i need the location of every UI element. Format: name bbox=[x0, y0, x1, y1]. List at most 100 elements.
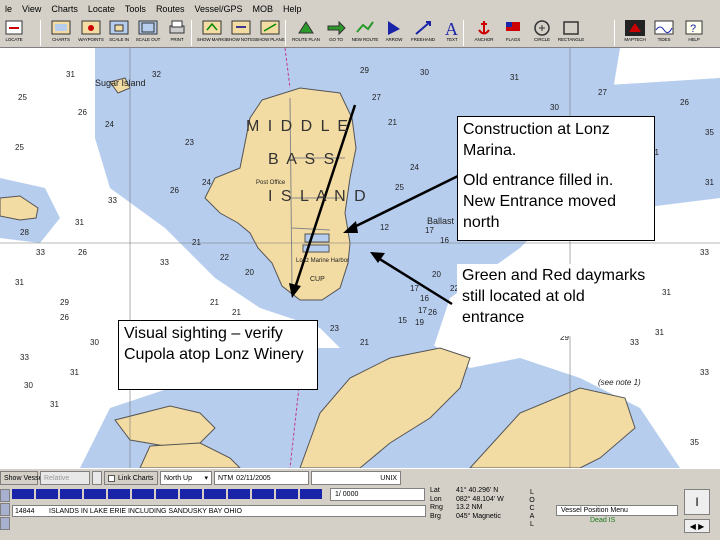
toolbar-button-anchor[interactable]: ANCHOR bbox=[470, 18, 498, 48]
menu-item[interactable]: Charts bbox=[46, 4, 83, 14]
menu-item[interactable]: Tools bbox=[120, 4, 151, 14]
toolbar-button-scale-out[interactable]: SCALE OUT bbox=[134, 18, 162, 48]
vessel-position-menu[interactable]: Vessel Position Menu bbox=[556, 505, 678, 516]
menu-item[interactable]: le bbox=[0, 4, 17, 14]
menu-item[interactable]: Vessel/GPS bbox=[189, 4, 247, 14]
menu-item[interactable]: View bbox=[17, 4, 46, 14]
vessel-toggle-button[interactable]: ◀ ▶ bbox=[684, 519, 710, 533]
zoom-in-icon bbox=[109, 20, 129, 35]
depth-sounding: 21 bbox=[360, 338, 369, 347]
link-charts-label: Link Charts bbox=[118, 474, 154, 482]
orientation-select[interactable]: North Up ▾ bbox=[160, 471, 212, 485]
menu-item[interactable]: MOB bbox=[248, 4, 279, 14]
toolbar-button-circle[interactable]: CIRCLE bbox=[528, 18, 556, 48]
toolbar-button-print[interactable]: PRINT bbox=[163, 18, 191, 48]
callout-construction-line1: Construction at Lonz Marina. bbox=[463, 121, 610, 159]
depth-sounding: 26 bbox=[428, 308, 437, 317]
toolbar-button-new-route[interactable]: NEW ROUTE bbox=[351, 18, 379, 48]
toolbar-button-waypoints[interactable]: WAYPOINTS bbox=[77, 18, 105, 48]
island-name-line3: I S L A N D bbox=[268, 188, 368, 205]
depth-sounding: 17 bbox=[410, 284, 419, 293]
progress-segment bbox=[156, 489, 178, 499]
position-readout: Lat 41° 40.296' N Lon 082° 48.104' W Rng 13… bbox=[430, 487, 520, 521]
brg-value: 045° Magnetic bbox=[456, 512, 501, 520]
toolbar-button-label: LOCATE bbox=[5, 37, 23, 42]
toolbar-button-arrow[interactable]: ARROW bbox=[380, 18, 408, 48]
brg-key: Brg bbox=[430, 512, 441, 520]
unit-field[interactable]: UNIX bbox=[311, 471, 401, 485]
depth-sounding: 29 bbox=[360, 66, 369, 75]
toolbar-button-tides[interactable]: TIDES bbox=[650, 18, 678, 48]
toolbar-button-label: PRINT bbox=[170, 37, 184, 42]
toolbar-button-show-notes[interactable]: SHOW NOTES bbox=[226, 18, 256, 48]
depth-sounding: 31 bbox=[15, 278, 24, 287]
callout-daymarks-text: Green and Red daymarks still located at … bbox=[462, 267, 646, 326]
toolbar-button-show-marks[interactable]: SHOW MARKS bbox=[197, 18, 227, 48]
menu-item[interactable]: Locate bbox=[83, 4, 120, 14]
lon-value: 082° 48.104' W bbox=[456, 495, 504, 503]
maptech-logo-icon bbox=[625, 20, 645, 36]
vessel-position-button[interactable]: I bbox=[684, 489, 710, 515]
toolbar-button-label: FLAGS bbox=[505, 37, 521, 42]
menu-item[interactable]: Routes bbox=[151, 4, 190, 14]
toolbar-button-label: NEW ROUTE bbox=[351, 37, 379, 42]
toolbar-button-rectangle[interactable]: RECTANGLE bbox=[557, 18, 585, 48]
strip-button[interactable] bbox=[0, 503, 10, 516]
toolbar-button-help[interactable]: ? HELP bbox=[680, 18, 708, 48]
link-charts-checkbox[interactable]: Link Charts bbox=[104, 471, 158, 485]
depth-sounding: 19 bbox=[415, 318, 424, 327]
toolbar-separator bbox=[463, 20, 464, 46]
depth-sounding: 16 bbox=[420, 294, 429, 303]
toolbar-button-locate[interactable]: LOCATE bbox=[0, 18, 28, 48]
local-letter: C bbox=[529, 505, 535, 512]
toolbar-separator bbox=[191, 20, 192, 46]
toolbar-button-flags[interactable]: FLAGS bbox=[499, 18, 527, 48]
waypoints-icon bbox=[81, 20, 101, 35]
menu-item[interactable]: Help bbox=[278, 4, 307, 14]
toolbar-button-charts[interactable]: CHARTS bbox=[47, 18, 75, 48]
depth-sounding: 30 bbox=[24, 381, 33, 390]
depth-sounding: 33 bbox=[160, 258, 169, 267]
show-vessel-button[interactable]: Show Vessel bbox=[0, 471, 44, 485]
toolbar-button-go-to[interactable]: GO TO bbox=[322, 18, 350, 48]
locate-icon bbox=[5, 20, 23, 35]
toolbar-button-maptech[interactable]: MAPTECH bbox=[621, 18, 649, 48]
local-letter: L bbox=[530, 489, 534, 496]
depth-sounding: 23 bbox=[185, 138, 194, 147]
route-plan-icon bbox=[298, 21, 314, 34]
toggle-icon: ◀ ▶ bbox=[689, 521, 705, 531]
vessel-mode: Dead IS bbox=[590, 517, 616, 524]
depth-sounding: 17 bbox=[425, 226, 434, 235]
toolbar-button-label: ARROW bbox=[385, 37, 403, 42]
relative-field[interactable]: Relative bbox=[40, 471, 90, 485]
toolbar-button-show-plans[interactable]: SHOW PLANS bbox=[256, 18, 285, 48]
lat-key: Lat bbox=[430, 487, 440, 494]
local-letter: A bbox=[529, 513, 535, 520]
ntm-field[interactable]: NTM 02/11/2005 bbox=[214, 471, 309, 485]
show-marks-icon bbox=[202, 20, 222, 35]
toolbar-button-scale-in[interactable]: SCALE IN bbox=[105, 18, 133, 48]
ballast-label: Ballast bbox=[427, 216, 455, 226]
status-controls: Show Vessel Relative Link Charts North U… bbox=[0, 469, 430, 487]
depth-sounding: 27 bbox=[598, 88, 607, 97]
depth-sounding: 25 bbox=[395, 183, 404, 192]
chart-canvas[interactable] bbox=[0, 48, 720, 468]
toolbar-button-label: ANCHOR bbox=[474, 37, 494, 42]
strip-button[interactable] bbox=[0, 517, 10, 530]
depth-sounding: 31 bbox=[655, 328, 664, 337]
depth-sounding: 20 bbox=[432, 270, 441, 279]
depth-sounding: 30 bbox=[90, 338, 99, 347]
toolbar-button-route-plan[interactable]: ROUTE PLAN bbox=[292, 18, 320, 48]
scale-field[interactable]: 1/ 0000 bbox=[330, 488, 425, 501]
goto-icon bbox=[327, 20, 346, 36]
lonz-marina-label: Lonz Marine Harbor bbox=[296, 258, 350, 264]
depth-sounding: 33 bbox=[36, 248, 45, 257]
toolbar-button-label: TIDES bbox=[657, 37, 671, 42]
toolbar-button-text[interactable]: A TEXT bbox=[438, 18, 466, 48]
island-name-line2: B A S S bbox=[268, 151, 337, 168]
strip-button[interactable] bbox=[0, 489, 10, 502]
lat-value: 41° 40.296' N bbox=[456, 487, 499, 494]
nautical-chart[interactable]: M I D D L E B A S S I S L A N D Sugar Is… bbox=[0, 48, 720, 468]
toolbar-button-freehand[interactable]: FREEHAND bbox=[409, 18, 437, 48]
depth-sounding: 31 bbox=[50, 400, 59, 409]
